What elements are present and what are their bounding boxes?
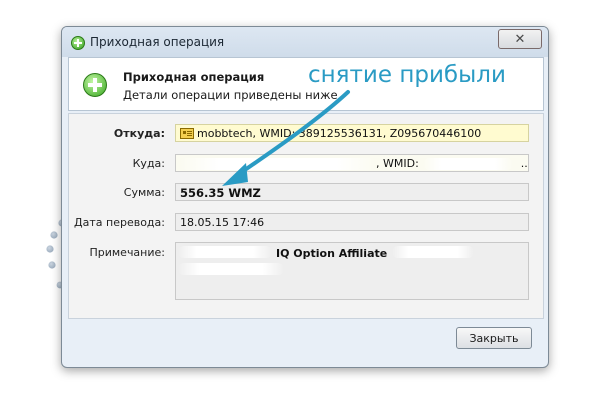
- from-field[interactable]: mobbtech, WMID: 389125536131, Z095670446…: [175, 124, 529, 142]
- note-value: IQ Option Affiliate: [276, 247, 388, 260]
- from-label: Откуда:: [113, 127, 165, 140]
- redacted-text: [180, 158, 376, 170]
- header-subtitle: Детали операции приведены ниже: [123, 88, 338, 102]
- details-form: Откуда: mobbtech, WMID: 389125536131, Z0…: [68, 113, 544, 319]
- note-field[interactable]: IQ Option Affiliate: [175, 242, 529, 300]
- note-label: Примечание:: [89, 246, 165, 259]
- amount-label: Сумма:: [123, 186, 165, 199]
- date-field[interactable]: 18.05.15 17:46: [175, 213, 529, 231]
- to-label: Куда:: [132, 157, 165, 170]
- to-ellipsis: ...: [520, 157, 528, 170]
- date-value: 18.05.15 17:46: [180, 216, 265, 229]
- date-label: Дата перевода:: [74, 216, 165, 229]
- green-plus-circle-icon: [71, 36, 85, 50]
- redacted-text: [392, 246, 474, 258]
- amount-value: 556.35 WMZ: [180, 186, 261, 200]
- from-value: mobbtech, WMID: 389125536131, Z095670446…: [197, 127, 482, 140]
- window-close-button[interactable]: ✕: [498, 29, 542, 49]
- close-icon: ✕: [514, 31, 526, 47]
- redacted-text: [178, 246, 272, 258]
- close-dialog-button[interactable]: Закрыть: [456, 327, 532, 349]
- webmoney-id-card-icon: [180, 128, 194, 139]
- to-wmid-label: , WMID:: [376, 157, 419, 170]
- green-plus-circle-icon: [83, 73, 107, 97]
- redacted-text: [422, 158, 513, 170]
- window-title: Приходная операция: [90, 35, 225, 49]
- amount-field[interactable]: 556.35 WMZ: [175, 183, 529, 201]
- header-title: Приходная операция: [123, 70, 265, 84]
- to-field[interactable]: , WMID:...: [175, 154, 529, 172]
- title-bar: Приходная операция ✕: [62, 27, 548, 57]
- redacted-text: [178, 263, 284, 275]
- annotation-label: снятие прибыли: [308, 62, 506, 88]
